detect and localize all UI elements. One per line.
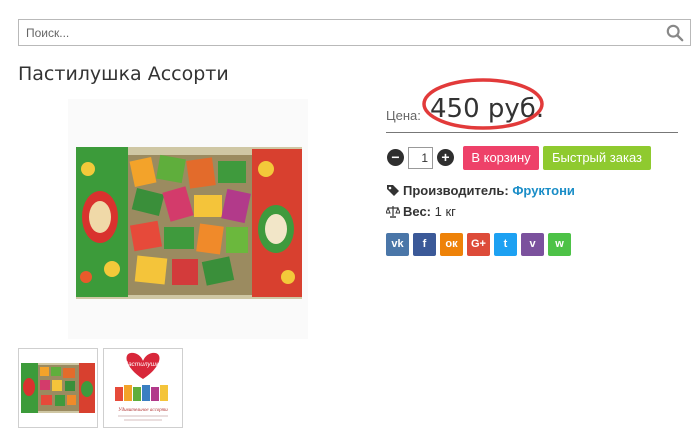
google-plus-icon[interactable]: G+ <box>467 233 490 256</box>
manufacturer-link[interactable]: Фруктони <box>512 183 575 198</box>
add-to-cart-button[interactable]: В корзину <box>463 146 539 170</box>
twitter-icon[interactable]: t <box>494 233 517 256</box>
thumbnail-brand-text: Пастилушка <box>123 361 163 368</box>
quantity-decrease-button[interactable]: − <box>387 149 404 166</box>
quantity-input[interactable] <box>408 147 433 169</box>
thumbnail-brand-image: Пастилушка Удивительное ассорти <box>104 349 182 427</box>
weight-value: 1 кг <box>434 204 456 219</box>
balance-scale-icon <box>386 206 400 218</box>
price-row: Цена: 450 руб. <box>386 89 678 133</box>
thumbnail-candy-box-image <box>19 349 97 427</box>
quantity-increase-button[interactable]: + <box>437 149 454 166</box>
weight-row: Вес: 1 кг <box>386 204 456 219</box>
quick-order-button[interactable]: Быстрый заказ <box>543 146 651 170</box>
thumbnail-caption: Удивительное ассорти <box>118 408 168 413</box>
search-input[interactable] <box>19 20 659 45</box>
facebook-icon[interactable]: f <box>413 233 436 256</box>
odnoklassniki-icon[interactable]: ок <box>440 233 463 256</box>
product-title: Пастилушка Ассорти <box>18 63 229 85</box>
thumbnail-2[interactable]: Пастилушка Удивительное ассорти <box>103 348 183 428</box>
product-main-image[interactable] <box>68 99 308 339</box>
search-bar <box>18 19 691 46</box>
price-value: 450 руб. <box>430 94 545 124</box>
search-icon[interactable] <box>666 24 684 42</box>
price-label: Цена: <box>386 108 421 123</box>
manufacturer-row: Производитель: Фруктони <box>386 183 575 198</box>
viber-icon[interactable]: v <box>521 233 544 256</box>
weight-label: Вес: <box>403 204 432 219</box>
manufacturer-label: Производитель: <box>403 183 509 198</box>
thumbnail-1[interactable] <box>18 348 98 428</box>
tag-icon <box>387 185 399 196</box>
vk-icon[interactable]: vk <box>386 233 409 256</box>
candy-box-image <box>68 99 308 339</box>
whatsapp-icon[interactable]: w <box>548 233 571 256</box>
